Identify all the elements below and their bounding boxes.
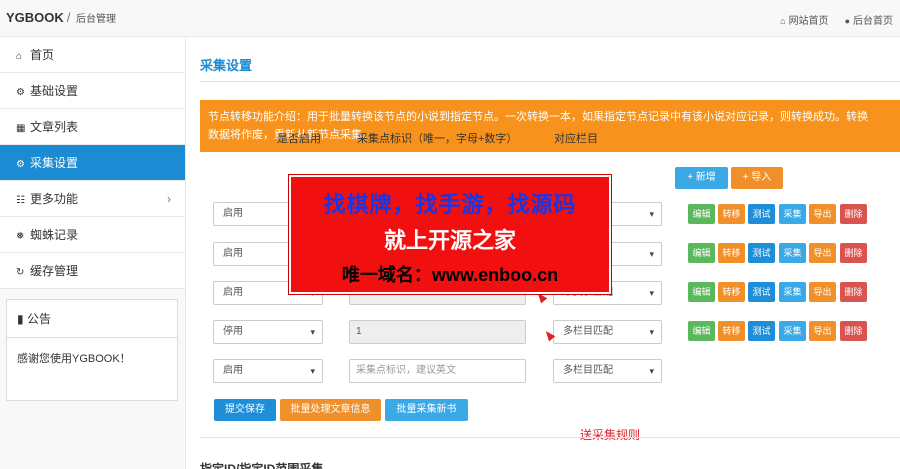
brand[interactable]: YGBOOK / 后台管理 bbox=[6, 10, 116, 25]
user-icon: ● bbox=[844, 16, 850, 26]
export-button[interactable]: 导出 bbox=[809, 282, 836, 302]
notice-heading: ▮ 公告 bbox=[7, 300, 177, 338]
test-button[interactable]: 测试 bbox=[748, 282, 775, 302]
edit-button[interactable]: 编辑 bbox=[688, 243, 715, 263]
alert-line-1: 节点转移功能介绍：用于批量转换该节点的小说到指定节点。一次转换一本，如果指定节点… bbox=[208, 111, 868, 123]
sidebar-item-basic-settings[interactable]: ⚙ 基础设置 bbox=[0, 73, 185, 109]
send-collect-rules-link[interactable]: 送采集规则 bbox=[580, 426, 640, 443]
test-button[interactable]: 测试 bbox=[748, 243, 775, 263]
notice-panel: ▮ 公告 感谢您使用YGBOOK！ bbox=[6, 299, 178, 401]
table-icon: ▦ bbox=[16, 123, 26, 134]
test-button[interactable]: 测试 bbox=[748, 204, 775, 224]
brand-name: YGBOOK bbox=[6, 10, 64, 25]
collect-button[interactable]: 采集 bbox=[779, 204, 806, 224]
export-button[interactable]: 导出 bbox=[809, 321, 836, 341]
sidebar-item-cache[interactable]: ↻ 缓存管理 bbox=[0, 253, 185, 289]
banner-line-2: 就上开源之家 bbox=[383, 228, 516, 253]
bug-icon: ❅ bbox=[16, 231, 25, 242]
edit-button[interactable]: 编辑 bbox=[688, 204, 715, 224]
delete-button[interactable]: 删除 bbox=[840, 243, 867, 263]
import-button[interactable]: + 导入 bbox=[731, 167, 783, 189]
sidebar: ⌂ 首页 ⚙ 基础设置 ▦ 文章列表 ⚙ 采集设置 ☷ 更多功能 › ❅ 蜘蛛记录 ↻ 缓存管理… bbox=[0, 37, 186, 469]
export-button[interactable]: 导出 bbox=[809, 243, 836, 263]
top-links: ⌂ 网站首页 ● 后台首页 bbox=[780, 12, 893, 27]
transfer-button[interactable]: 转移 bbox=[718, 321, 745, 341]
top-navbar: YGBOOK / 后台管理 ⌂ 网站首页 ● 后台首页 bbox=[0, 0, 900, 37]
transfer-button[interactable]: 转移 bbox=[718, 282, 745, 302]
batch-collect-new-books-button[interactable]: 批量采集新书 bbox=[385, 399, 468, 421]
delete-button[interactable]: 删除 bbox=[840, 282, 867, 302]
section-title-id-range: 指定ID/指定ID范围采集 bbox=[200, 462, 324, 469]
enable-select[interactable]: 启用 bbox=[213, 359, 323, 383]
home-icon: ⌂ bbox=[16, 51, 23, 62]
sidebar-item-home[interactable]: ⌂ 首页 bbox=[0, 37, 185, 73]
brand-slash: / bbox=[66, 10, 71, 25]
sitemap-icon: ☷ bbox=[16, 195, 25, 206]
gears-icon: ⚙ bbox=[16, 159, 25, 170]
sidebar-item-more-functions[interactable]: ☷ 更多功能 › bbox=[0, 181, 185, 217]
gear-icon: ⚙ bbox=[16, 87, 25, 98]
sidebar-item-article-list[interactable]: ▦ 文章列表 bbox=[0, 109, 185, 145]
test-button[interactable]: 测试 bbox=[748, 321, 775, 341]
submit-save-button[interactable]: 提交保存 bbox=[214, 399, 276, 421]
banner-line-3: 唯一域名：www.enboo.cn bbox=[341, 265, 559, 285]
notice-text: 感谢您使用YGBOOK！ bbox=[17, 353, 131, 365]
edit-button[interactable]: 编辑 bbox=[688, 321, 715, 341]
watermark-banner: 找棋牌，找手游，找源码 就上开源之家 唯一域名：www.enboo.cn bbox=[289, 175, 611, 294]
collect-button[interactable]: 采集 bbox=[779, 321, 806, 341]
sidebar-item-spider-log[interactable]: ❅ 蜘蛛记录 bbox=[0, 217, 185, 253]
target-select[interactable]: 多栏目匹配 bbox=[553, 359, 662, 383]
enable-select[interactable]: 停用 bbox=[213, 320, 323, 344]
bookmark-icon: ▮ bbox=[17, 312, 27, 326]
site-home-link[interactable]: ⌂ 网站首页 bbox=[780, 12, 828, 27]
sidebar-item-collect-settings[interactable]: ⚙ 采集设置 bbox=[0, 145, 185, 181]
banner-line-1: 找棋牌，找手游，找源码 bbox=[323, 192, 577, 217]
section-divider bbox=[200, 437, 900, 438]
column-header-node: 采集点标识（唯一，字母+数字） bbox=[357, 133, 518, 145]
refresh-icon: ↻ bbox=[16, 267, 25, 278]
collect-button[interactable]: 采集 bbox=[779, 282, 806, 302]
collect-button[interactable]: 采集 bbox=[779, 243, 806, 263]
add-button[interactable]: + 新增 bbox=[675, 167, 728, 189]
batch-process-articles-button[interactable]: 批量处理文章信息 bbox=[280, 399, 381, 421]
delete-button[interactable]: 删除 bbox=[840, 321, 867, 341]
node-input[interactable]: 1 bbox=[349, 320, 526, 344]
admin-home-link[interactable]: ● 后台首页 bbox=[845, 12, 893, 27]
title-divider bbox=[200, 81, 900, 82]
target-select[interactable]: 多栏目匹配 bbox=[553, 320, 662, 344]
transfer-button[interactable]: 转移 bbox=[718, 243, 745, 263]
transfer-button[interactable]: 转移 bbox=[718, 204, 745, 224]
new-node-input[interactable]: 采集点标识，建议英文 bbox=[349, 359, 526, 383]
delete-button[interactable]: 删除 bbox=[840, 204, 867, 224]
column-header-enable: 是否启用 bbox=[277, 133, 321, 145]
page-title: 采集设置 bbox=[200, 58, 253, 73]
export-button[interactable]: 导出 bbox=[809, 204, 836, 224]
column-header-target: 对应栏目 bbox=[554, 133, 598, 145]
home-icon: ⌂ bbox=[780, 16, 786, 26]
brand-subtitle: 后台管理 bbox=[76, 14, 117, 25]
chevron-right-icon: › bbox=[167, 192, 171, 206]
edit-button[interactable]: 编辑 bbox=[688, 282, 715, 302]
